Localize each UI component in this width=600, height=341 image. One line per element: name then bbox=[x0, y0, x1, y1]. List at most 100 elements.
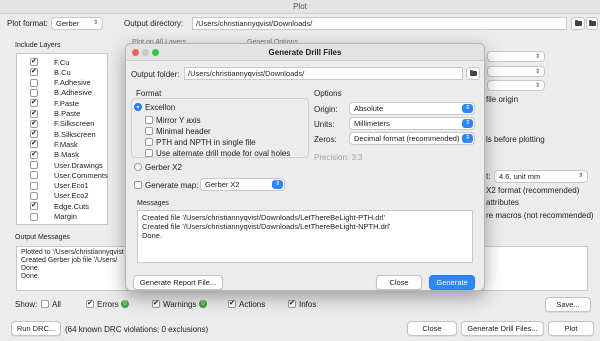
output-directory-label: Output directory: bbox=[124, 19, 184, 28]
layer-label: Margin bbox=[54, 212, 77, 221]
actions-filter-label: Actions bbox=[239, 300, 266, 309]
warnings-count-badge: 0 bbox=[199, 300, 207, 308]
all-filter-checkbox[interactable] bbox=[41, 300, 49, 308]
generate-drill-files-dialog: Generate Drill Files Output folder: /Use… bbox=[125, 43, 485, 291]
actions-filter-checkbox[interactable] bbox=[228, 300, 236, 308]
mirror-y-label: Mirror Y axis bbox=[156, 116, 201, 125]
alt-drill-label: Use alternate drill mode for oval holes bbox=[156, 149, 291, 158]
chevron-updown-icon: ⇕ bbox=[272, 180, 283, 189]
layer-checkbox[interactable] bbox=[30, 88, 38, 97]
x2-format-text: X2 format (recommended) bbox=[486, 186, 580, 195]
alt-drill-checkbox[interactable] bbox=[145, 149, 153, 157]
folder-open-icon bbox=[589, 19, 596, 26]
warnings-filter-checkbox[interactable] bbox=[152, 300, 160, 308]
layer-checkbox[interactable] bbox=[30, 99, 38, 108]
chevron-updown-icon: ⇕ bbox=[577, 173, 584, 179]
origin-select[interactable]: Absolute ⇕ bbox=[349, 102, 475, 115]
pth-npth-label: PTH and NPTH in single file bbox=[156, 138, 256, 147]
layer-label: User.Drawings bbox=[54, 160, 103, 170]
coord-format-select[interactable]: 4.6, unit mm ⇕ bbox=[494, 170, 588, 183]
infos-filter-label: Infos bbox=[299, 300, 317, 309]
open-folder-button[interactable] bbox=[586, 17, 598, 30]
units-select[interactable]: Millimeters ⇕ bbox=[349, 117, 475, 130]
infos-filter-checkbox[interactable] bbox=[288, 300, 296, 308]
dialog-close-button[interactable]: Close bbox=[376, 275, 422, 290]
bg-select-3[interactable]: ⇕ bbox=[487, 80, 545, 91]
layer-checkbox[interactable] bbox=[30, 119, 38, 128]
layer-label: F.Paste bbox=[54, 98, 80, 108]
attributes-text: attributes bbox=[486, 198, 519, 207]
mirror-y-checkbox[interactable] bbox=[145, 116, 153, 124]
excellon-label: Excellon bbox=[145, 103, 176, 112]
layer-checkbox[interactable] bbox=[30, 212, 38, 221]
minimal-header-checkbox[interactable] bbox=[145, 127, 153, 135]
close-button[interactable]: Close bbox=[407, 321, 457, 336]
generate-button[interactable]: Generate bbox=[429, 275, 475, 290]
layer-checkbox[interactable] bbox=[30, 181, 38, 190]
generate-map-checkbox[interactable] bbox=[134, 181, 142, 189]
layer-checkbox[interactable] bbox=[30, 150, 38, 159]
layer-label: B.Adhesive bbox=[54, 88, 92, 98]
plot-format-select[interactable]: Gerber ⇕ bbox=[51, 17, 103, 30]
layer-label: F.Cu bbox=[54, 57, 70, 67]
layer-label: B.Cu bbox=[54, 67, 71, 77]
plot-format-label: Plot format: bbox=[7, 19, 48, 28]
browse-output-folder-button[interactable] bbox=[466, 67, 480, 80]
layer-checkbox[interactable] bbox=[30, 171, 38, 180]
chevron-updown-icon: ⇕ bbox=[534, 83, 541, 89]
excellon-radio[interactable] bbox=[134, 103, 142, 111]
layer-checkbox[interactable] bbox=[30, 78, 38, 87]
plot-button[interactable]: Plot bbox=[548, 321, 594, 336]
layers-list[interactable]: F.CuB.CuF.AdhesiveB.AdhesiveF.PasteB.Pas… bbox=[16, 53, 108, 225]
layer-checkbox[interactable] bbox=[30, 161, 38, 169]
folder-icon bbox=[470, 69, 477, 76]
layer-checkbox[interactable] bbox=[30, 109, 38, 118]
run-drc-button[interactable]: Run DRC... bbox=[11, 321, 61, 336]
chevron-updown-icon: ⇕ bbox=[92, 20, 99, 26]
generate-report-button[interactable]: Generate Report File... bbox=[133, 275, 223, 290]
errors-count-badge: 0 bbox=[121, 300, 129, 308]
chevron-updown-icon: ⇕ bbox=[534, 69, 541, 75]
macros-text: re macros (not recommended) bbox=[486, 211, 594, 220]
layer-checkbox[interactable] bbox=[30, 130, 38, 139]
save-messages-button[interactable]: Save... bbox=[545, 297, 591, 312]
options-header: Options bbox=[314, 89, 342, 98]
layer-checkbox[interactable] bbox=[30, 68, 38, 77]
drc-info-text: (64 known DRC violations; 0 exclusions) bbox=[65, 325, 209, 334]
bg-select-2[interactable]: ⇕ bbox=[487, 66, 545, 77]
generate-map-select[interactable]: Gerber X2 ⇕ bbox=[200, 178, 285, 191]
errors-filter-label: Errors bbox=[97, 300, 119, 309]
layer-label: F.Silkscreen bbox=[54, 119, 95, 129]
browse-folder-button[interactable] bbox=[571, 17, 585, 30]
generate-drill-files-button[interactable]: Generate Drill Files... bbox=[461, 321, 544, 336]
chevron-updown-icon: ⇕ bbox=[462, 104, 473, 113]
output-directory-field[interactable]: /Users/christiannyqvist/Downloads/ bbox=[192, 17, 567, 30]
coord-label: t: bbox=[486, 172, 491, 181]
layer-label: B.Paste bbox=[54, 109, 81, 118]
dialog-title: Generate Drill Files bbox=[126, 44, 484, 61]
close-window-icon[interactable] bbox=[132, 49, 139, 56]
errors-filter-checkbox[interactable] bbox=[86, 300, 94, 308]
chevron-updown-icon: ⇕ bbox=[462, 134, 473, 143]
pads-before-plotting-text: ls before plotting bbox=[486, 135, 545, 144]
messages-header: Messages bbox=[137, 200, 169, 207]
file-origin-text: file origin bbox=[486, 95, 519, 104]
layer-checkbox[interactable] bbox=[30, 202, 38, 211]
all-filter-label: All bbox=[52, 300, 61, 309]
zoom-window-icon[interactable] bbox=[152, 49, 159, 56]
messages-box[interactable]: Created file '/Users/christiannyqvist/Do… bbox=[137, 210, 473, 263]
bg-select-1[interactable]: ⇕ bbox=[487, 51, 545, 62]
include-layers-header: Include Layers bbox=[15, 42, 61, 49]
chevron-updown-icon: ⇕ bbox=[534, 54, 541, 60]
layer-checkbox[interactable] bbox=[30, 58, 38, 66]
minimize-window-icon[interactable] bbox=[142, 49, 149, 56]
gerber-x2-radio[interactable] bbox=[134, 163, 142, 171]
layer-checkbox[interactable] bbox=[30, 191, 38, 200]
output-folder-field[interactable]: /Users/christiannyqvist/Downloads/ bbox=[184, 67, 463, 80]
layer-label: User.Eco1 bbox=[54, 181, 89, 191]
layer-checkbox[interactable] bbox=[30, 140, 38, 149]
layer-label: B.Mask bbox=[54, 150, 80, 160]
zeros-select[interactable]: Decimal format (recommended) ⇕ bbox=[349, 132, 475, 145]
format-header: Format bbox=[136, 89, 162, 98]
pth-npth-checkbox[interactable] bbox=[145, 138, 153, 146]
